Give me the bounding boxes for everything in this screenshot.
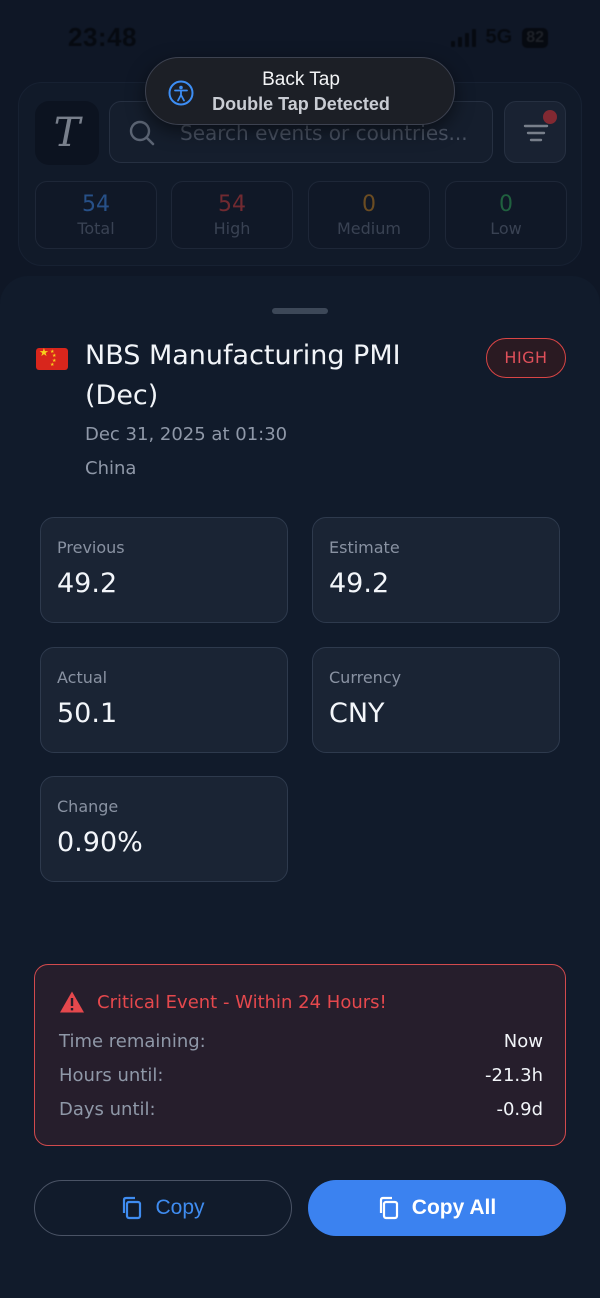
metric-label: Previous [57, 538, 125, 557]
copy-button[interactable]: Copy [34, 1180, 292, 1236]
metric-currency: Currency CNY [312, 647, 560, 753]
network-label: 5G [485, 26, 513, 48]
stat-label: Total [77, 219, 115, 238]
stat-label: High [213, 219, 251, 238]
alert-row-value: Now [503, 1031, 543, 1052]
alert-row-value: -0.9d [496, 1099, 543, 1120]
status-indicators: 5G 82 [450, 26, 548, 49]
toast-title: Back Tap [262, 69, 340, 90]
battery-icon: 82 [522, 27, 548, 48]
stat-medium[interactable]: 0 Medium [308, 181, 430, 249]
filter-button[interactable] [504, 101, 566, 163]
alert-row-value: -21.3h [485, 1065, 543, 1086]
copy-all-button-label: Copy All [411, 1196, 497, 1219]
event-title: NBS Manufacturing PMI (Dec) [85, 340, 401, 411]
alert-row-label: Time remaining: [59, 1031, 206, 1052]
alert-title: Critical Event - Within 24 Hours! [97, 992, 387, 1013]
stat-value: 54 [82, 192, 110, 217]
stat-label: Medium [337, 219, 401, 238]
search-icon [129, 120, 155, 146]
metric-value: CNY [329, 698, 385, 729]
metric-label: Estimate [329, 538, 400, 557]
metric-value: 49.2 [57, 568, 118, 599]
metric-value: 0.90% [57, 827, 143, 858]
event-country: China [85, 458, 137, 479]
back-tap-toast: Back Tap Double Tap Detected [145, 57, 455, 125]
critical-event-alert: Critical Event - Within 24 Hours! Time r… [34, 964, 566, 1146]
copy-icon [379, 1196, 398, 1220]
copy-all-button[interactable]: Copy All [308, 1180, 566, 1236]
metric-label: Change [57, 797, 119, 816]
toast-message: Double Tap Detected [212, 94, 390, 114]
status-time: 23:48 [68, 22, 137, 52]
stat-value: 0 [499, 192, 513, 217]
stat-value: 0 [362, 192, 376, 217]
stat-high[interactable]: 54 High [171, 181, 293, 249]
stat-total[interactable]: 54 Total [35, 181, 157, 249]
event-detail-sheet: ★ ★ ★ ★ ★ NBS Manufacturing PMI (Dec) HI… [0, 276, 600, 1298]
metric-actual: Actual 50.1 [40, 647, 288, 753]
copy-icon [123, 1196, 142, 1220]
metric-change: Change 0.90% [40, 776, 288, 882]
metric-value: 49.2 [329, 568, 390, 599]
stat-label: Low [490, 219, 522, 238]
app-logo[interactable]: T [35, 101, 99, 165]
status-bar: 23:48 5G 82 [0, 18, 600, 58]
signal-icon [450, 28, 476, 47]
stat-low[interactable]: 0 Low [445, 181, 567, 249]
warning-icon [60, 991, 84, 1013]
filter-active-dot [543, 110, 557, 124]
metric-label: Currency [329, 668, 402, 687]
copy-button-label: Copy [155, 1196, 205, 1219]
metric-estimate: Estimate 49.2 [312, 517, 560, 623]
alert-row-label: Days until: [59, 1099, 156, 1120]
china-flag-icon: ★ ★ ★ ★ ★ [36, 348, 68, 370]
filter-icon [523, 124, 549, 142]
alert-row-label: Hours until: [59, 1065, 164, 1086]
stat-value: 54 [218, 192, 246, 217]
metric-previous: Previous 49.2 [40, 517, 288, 623]
sheet-drag-handle[interactable] [272, 308, 328, 314]
metric-value: 50.1 [57, 698, 118, 729]
impact-badge: HIGH [486, 338, 566, 378]
metric-label: Actual [57, 668, 108, 687]
event-datetime: Dec 31, 2025 at 01:30 [85, 424, 288, 445]
